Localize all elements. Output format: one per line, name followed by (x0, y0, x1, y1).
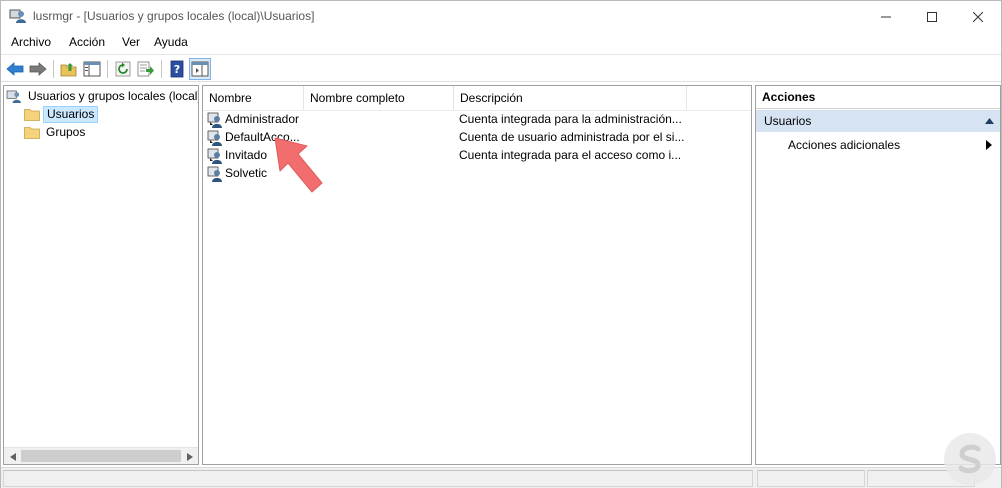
tree-item-usuarios-label: Usuarios (43, 106, 99, 123)
user-account-icon (207, 130, 222, 146)
actions-section-usuarios[interactable]: Usuarios (756, 110, 1000, 132)
collapse-button[interactable] (982, 114, 996, 128)
action-acciones-adicionales[interactable]: Acciones adicionales (756, 136, 1000, 156)
column-header-nombre[interactable]: Nombre (203, 86, 304, 110)
menu-ayuda[interactable]: Ayuda (154, 35, 188, 49)
menu-ver[interactable]: Ver (122, 35, 140, 49)
toolbar-separator (53, 60, 54, 78)
users-app-icon (9, 9, 26, 23)
back-icon (6, 62, 24, 76)
actions-pane: Acciones Usuarios Acciones adicionales (755, 85, 1001, 465)
watermark-logo-icon (944, 433, 996, 485)
tree-item-grupos[interactable]: Grupos (24, 124, 88, 141)
forward-icon (29, 62, 47, 76)
tree-horizontal-scrollbar[interactable] (4, 447, 198, 464)
title-bar: lusrmgr - [Usuarios y grupos locales (lo… (1, 1, 1001, 32)
close-icon (973, 11, 983, 22)
help-button[interactable]: ? (166, 58, 188, 80)
app-window: lusrmgr - [Usuarios y grupos locales (lo… (0, 0, 1002, 488)
menu-accion[interactable]: Acción (69, 35, 105, 49)
scroll-left-button[interactable] (4, 448, 21, 464)
scroll-right-button[interactable] (181, 448, 198, 464)
folder-icon (24, 127, 40, 139)
user-name: Administrador (225, 112, 300, 126)
local-users-groups-icon (6, 90, 21, 103)
export-list-icon (137, 61, 154, 77)
annotation-arrow-icon (274, 137, 323, 193)
status-segment (757, 470, 865, 487)
scroll-right-icon (186, 452, 193, 461)
show-hide-action-pane-button[interactable] (189, 58, 211, 80)
status-bar (1, 467, 1001, 488)
tree-root-local-users-groups[interactable]: Usuarios y grupos locales (local) (6, 88, 199, 105)
back-button[interactable] (4, 58, 26, 80)
tree-root-label: Usuarios y grupos locales (local) (28, 89, 199, 103)
toolbar-separator (107, 60, 108, 78)
folder-icon (24, 109, 40, 121)
table-row[interactable]: Administrador Cuenta integrada para la a… (203, 111, 751, 129)
refresh-icon (115, 61, 131, 77)
tree-item-usuarios[interactable]: Usuarios (24, 106, 99, 123)
column-header-descripcion[interactable]: Descripción (454, 86, 687, 110)
menu-archivo[interactable]: Archivo (11, 35, 51, 49)
maximize-button[interactable] (909, 1, 955, 32)
tree-item-grupos-label: Grupos (46, 125, 86, 139)
menu-bar: Archivo Acción Ver Ayuda (1, 32, 1001, 53)
minimize-button[interactable] (863, 1, 909, 32)
toolbar: ? (1, 54, 1001, 82)
show-hide-action-pane-icon (191, 61, 209, 77)
console-tree: Usuarios y grupos locales (local) Usuari… (3, 85, 199, 465)
actions-section-label: Usuarios (764, 114, 812, 128)
window-title: lusrmgr - [Usuarios y grupos locales (lo… (33, 9, 315, 23)
user-description: Cuenta de usuario administrada por el si… (459, 130, 685, 144)
show-hide-tree-icon (83, 61, 101, 77)
status-segment-main (3, 470, 753, 487)
refresh-button[interactable] (112, 58, 134, 80)
collapse-up-icon (984, 118, 994, 124)
forward-button[interactable] (27, 58, 49, 80)
up-folder-button[interactable] (58, 58, 80, 80)
user-description: Cuenta integrada para el acceso como i..… (459, 148, 682, 162)
action-acciones-adicionales-label: Acciones adicionales (788, 138, 901, 152)
user-account-icon (207, 166, 222, 182)
user-account-icon (207, 148, 222, 164)
column-header-nombre-completo[interactable]: Nombre completo (304, 86, 454, 110)
scroll-thumb[interactable] (21, 450, 181, 462)
up-folder-icon (60, 63, 77, 77)
scroll-left-icon (9, 452, 16, 461)
submenu-arrow-icon (986, 140, 994, 150)
help-icon: ? (170, 60, 184, 78)
user-description: Cuenta integrada para la administración.… (459, 112, 682, 126)
close-button[interactable] (955, 1, 1001, 32)
toolbar-separator (161, 60, 162, 78)
minimize-icon (881, 16, 891, 17)
svg-text:?: ? (174, 63, 180, 76)
maximize-icon (927, 11, 937, 22)
actions-title: Acciones (756, 86, 1000, 109)
show-hide-tree-button[interactable] (81, 58, 103, 80)
export-list-button[interactable] (135, 58, 157, 80)
user-account-icon (207, 112, 222, 128)
